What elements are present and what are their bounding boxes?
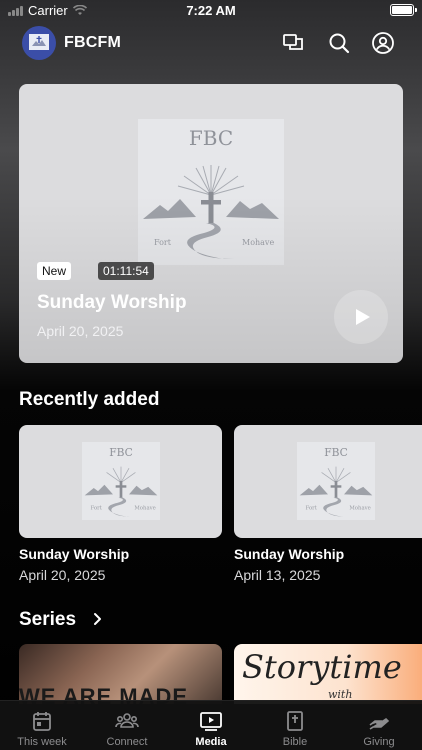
recent-item-date: April 20, 2025 <box>19 567 106 583</box>
svg-text:Mohave: Mohave <box>134 505 155 511</box>
tab-label: Connect <box>106 736 148 748</box>
tab-media[interactable]: Media <box>169 701 253 750</box>
battery-icon <box>390 4 417 16</box>
hero-title: Sunday Worship <box>37 292 187 313</box>
series-card[interactable]: WE ARE MADE <box>19 644 222 704</box>
svg-text:FBC: FBC <box>109 446 133 459</box>
chevron-right-icon <box>94 613 102 625</box>
recent-media-card[interactable]: FBC Fort Mohave <box>234 425 422 538</box>
recently-added-heading: Recently added <box>19 389 160 410</box>
new-badge: New <box>37 262 72 280</box>
tab-bar: This week Connect Media Bible Giving <box>0 700 422 750</box>
tab-label: Giving <box>363 736 395 748</box>
featured-media-card[interactable]: FBC Fort Mohave New 01:11:54 Sunday Wors… <box>19 84 403 363</box>
recent-media-card[interactable]: FBC Fort Mohave <box>19 425 222 538</box>
calendar-icon <box>33 712 51 731</box>
tab-bible[interactable]: Bible <box>253 701 337 750</box>
search-icon[interactable] <box>327 31 351 55</box>
app-header: FBCFM <box>0 25 422 61</box>
series-heading-label: Series <box>19 609 77 630</box>
series-card-title: Storytime <box>242 648 402 686</box>
duration-badge: 01:11:54 <box>98 262 154 280</box>
church-logo[interactable] <box>22 26 56 60</box>
svg-text:Fort: Fort <box>91 505 103 511</box>
play-screen-icon <box>200 712 222 731</box>
tab-giving[interactable]: Giving <box>337 701 421 750</box>
play-icon <box>356 309 370 325</box>
svg-text:FBC: FBC <box>324 446 348 459</box>
series-heading[interactable]: Series <box>19 609 105 631</box>
profile-icon[interactable] <box>371 31 395 55</box>
tab-label: Media <box>195 736 227 748</box>
chat-icon[interactable] <box>281 31 305 55</box>
status-bar: Carrier 7:22 AM <box>0 0 422 22</box>
fbc-artwork: FBC Fort Mohave <box>297 442 375 520</box>
recent-item-title: Sunday Worship <box>234 546 345 562</box>
bible-icon <box>287 711 303 731</box>
people-icon <box>115 713 139 728</box>
tab-label: Bible <box>282 736 308 748</box>
play-button[interactable] <box>334 290 388 344</box>
svg-text:Mohave: Mohave <box>349 505 370 511</box>
fbc-artwork: FBC Fort Mohave <box>82 442 160 520</box>
recent-item-title: Sunday Worship <box>19 546 130 562</box>
series-card[interactable]: Storytime with <box>234 644 422 704</box>
tab-connect[interactable]: Connect <box>85 701 169 750</box>
recent-item-date: April 13, 2025 <box>234 567 321 583</box>
giving-hand-icon <box>369 717 390 730</box>
hero-date: April 20, 2025 <box>37 323 124 339</box>
app-name: FBCFM <box>64 34 121 51</box>
tab-this-week[interactable]: This week <box>0 701 84 750</box>
status-time: 7:22 AM <box>186 3 236 18</box>
svg-text:Fort: Fort <box>306 505 318 511</box>
tab-label: This week <box>17 736 67 748</box>
